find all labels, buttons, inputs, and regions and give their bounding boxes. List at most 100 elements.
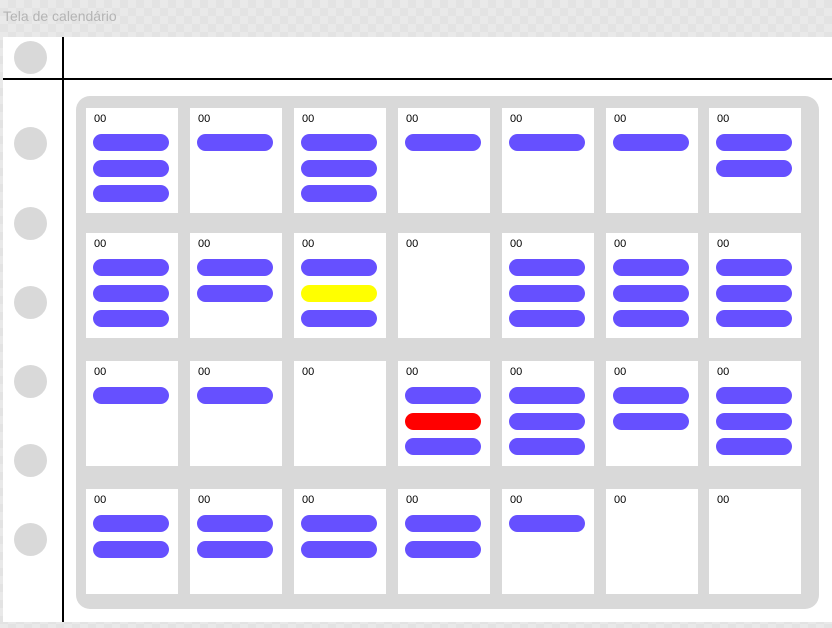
- event-pill[interactable]: [716, 285, 792, 302]
- event-pill[interactable]: [613, 259, 689, 276]
- day-cell[interactable]: 00: [709, 233, 801, 338]
- event-pill[interactable]: [509, 438, 585, 455]
- sidebar-nav-button[interactable]: [14, 127, 47, 160]
- day-number: 00: [302, 494, 315, 506]
- event-pill[interactable]: [509, 134, 585, 151]
- event-pill[interactable]: [509, 285, 585, 302]
- day-number: 00: [406, 113, 419, 125]
- day-cell[interactable]: 00: [709, 108, 801, 213]
- event-pill[interactable]: [93, 259, 169, 276]
- event-pill[interactable]: [613, 413, 689, 430]
- sidebar-nav-button[interactable]: [14, 444, 47, 477]
- day-cell[interactable]: 00: [502, 489, 594, 594]
- day-cell[interactable]: 00: [606, 233, 698, 338]
- event-pill[interactable]: [301, 185, 377, 202]
- event-pill[interactable]: [509, 259, 585, 276]
- day-cell[interactable]: 00: [86, 233, 178, 338]
- day-cell[interactable]: 00: [606, 361, 698, 466]
- header-avatar[interactable]: [14, 41, 47, 74]
- event-pill[interactable]: [197, 515, 273, 532]
- day-cell[interactable]: 00: [86, 489, 178, 594]
- event-pill[interactable]: [197, 259, 273, 276]
- event-pill[interactable]: [405, 438, 481, 455]
- day-number: 00: [717, 366, 730, 378]
- day-number: 00: [198, 494, 211, 506]
- event-pill[interactable]: [716, 387, 792, 404]
- event-pill[interactable]: [93, 310, 169, 327]
- event-pill[interactable]: [716, 438, 792, 455]
- sidebar-nav-button[interactable]: [14, 523, 47, 556]
- day-cell[interactable]: 00: [190, 108, 282, 213]
- event-pill[interactable]: [509, 387, 585, 404]
- event-pill[interactable]: [197, 134, 273, 151]
- event-pill[interactable]: [301, 259, 377, 276]
- day-cell[interactable]: 00: [709, 489, 801, 594]
- event-pill[interactable]: [716, 160, 792, 177]
- event-pill[interactable]: [509, 310, 585, 327]
- day-number: 00: [510, 238, 523, 250]
- header-divider: [3, 78, 832, 80]
- day-number: 00: [302, 366, 315, 378]
- day-cell[interactable]: 00: [190, 489, 282, 594]
- event-pill[interactable]: [93, 541, 169, 558]
- day-number: 00: [94, 366, 107, 378]
- event-pill[interactable]: [197, 541, 273, 558]
- day-cell[interactable]: 00: [502, 361, 594, 466]
- event-pill[interactable]: [716, 259, 792, 276]
- event-pill[interactable]: [197, 387, 273, 404]
- day-cell[interactable]: 00: [86, 108, 178, 213]
- event-pill[interactable]: [716, 134, 792, 151]
- event-pill[interactable]: [301, 134, 377, 151]
- day-cell[interactable]: 00: [502, 233, 594, 338]
- event-pill-alert[interactable]: [405, 413, 481, 430]
- event-pill[interactable]: [93, 185, 169, 202]
- day-cell[interactable]: 00: [398, 489, 490, 594]
- event-pill[interactable]: [301, 541, 377, 558]
- event-pill[interactable]: [613, 310, 689, 327]
- event-pill-highlight[interactable]: [301, 285, 377, 302]
- event-pill[interactable]: [405, 515, 481, 532]
- event-pill[interactable]: [405, 134, 481, 151]
- event-pill[interactable]: [509, 515, 585, 532]
- event-pill[interactable]: [93, 160, 169, 177]
- day-number: 00: [614, 238, 627, 250]
- day-number: 00: [302, 113, 315, 125]
- event-pill[interactable]: [93, 134, 169, 151]
- event-pill[interactable]: [93, 387, 169, 404]
- event-pill[interactable]: [509, 413, 585, 430]
- event-pill[interactable]: [93, 515, 169, 532]
- event-pill[interactable]: [716, 310, 792, 327]
- day-cell[interactable]: 00: [86, 361, 178, 466]
- day-cell[interactable]: 00: [294, 361, 386, 466]
- sidebar-divider: [62, 37, 64, 622]
- event-pill[interactable]: [613, 285, 689, 302]
- event-pill[interactable]: [197, 285, 273, 302]
- event-pill[interactable]: [301, 310, 377, 327]
- day-cell[interactable]: 00: [190, 361, 282, 466]
- event-pill[interactable]: [405, 541, 481, 558]
- day-cell[interactable]: 00: [294, 108, 386, 213]
- day-cell[interactable]: 00: [398, 361, 490, 466]
- event-pill[interactable]: [613, 134, 689, 151]
- day-cell[interactable]: 00: [606, 489, 698, 594]
- day-cell[interactable]: 00: [502, 108, 594, 213]
- day-cell[interactable]: 00: [294, 233, 386, 338]
- day-cell[interactable]: 00: [398, 233, 490, 338]
- event-pill[interactable]: [301, 515, 377, 532]
- event-pill[interactable]: [405, 387, 481, 404]
- frame-title: Tela de calendário: [3, 8, 117, 24]
- day-cell[interactable]: 00: [709, 361, 801, 466]
- sidebar-nav-button[interactable]: [14, 286, 47, 319]
- day-number: 00: [406, 366, 419, 378]
- event-pill[interactable]: [613, 387, 689, 404]
- event-pill[interactable]: [93, 285, 169, 302]
- day-cell[interactable]: 00: [606, 108, 698, 213]
- sidebar-nav-button[interactable]: [14, 365, 47, 398]
- event-pill[interactable]: [716, 413, 792, 430]
- day-cell[interactable]: 00: [190, 233, 282, 338]
- calendar-screen: 00 00 00 00 00 00 00 00 00 00 00 00 00 00 00 00 00 00 00 00…: [3, 37, 832, 622]
- day-cell[interactable]: 00: [398, 108, 490, 213]
- day-cell[interactable]: 00: [294, 489, 386, 594]
- event-pill[interactable]: [301, 160, 377, 177]
- sidebar-nav-button[interactable]: [14, 207, 47, 240]
